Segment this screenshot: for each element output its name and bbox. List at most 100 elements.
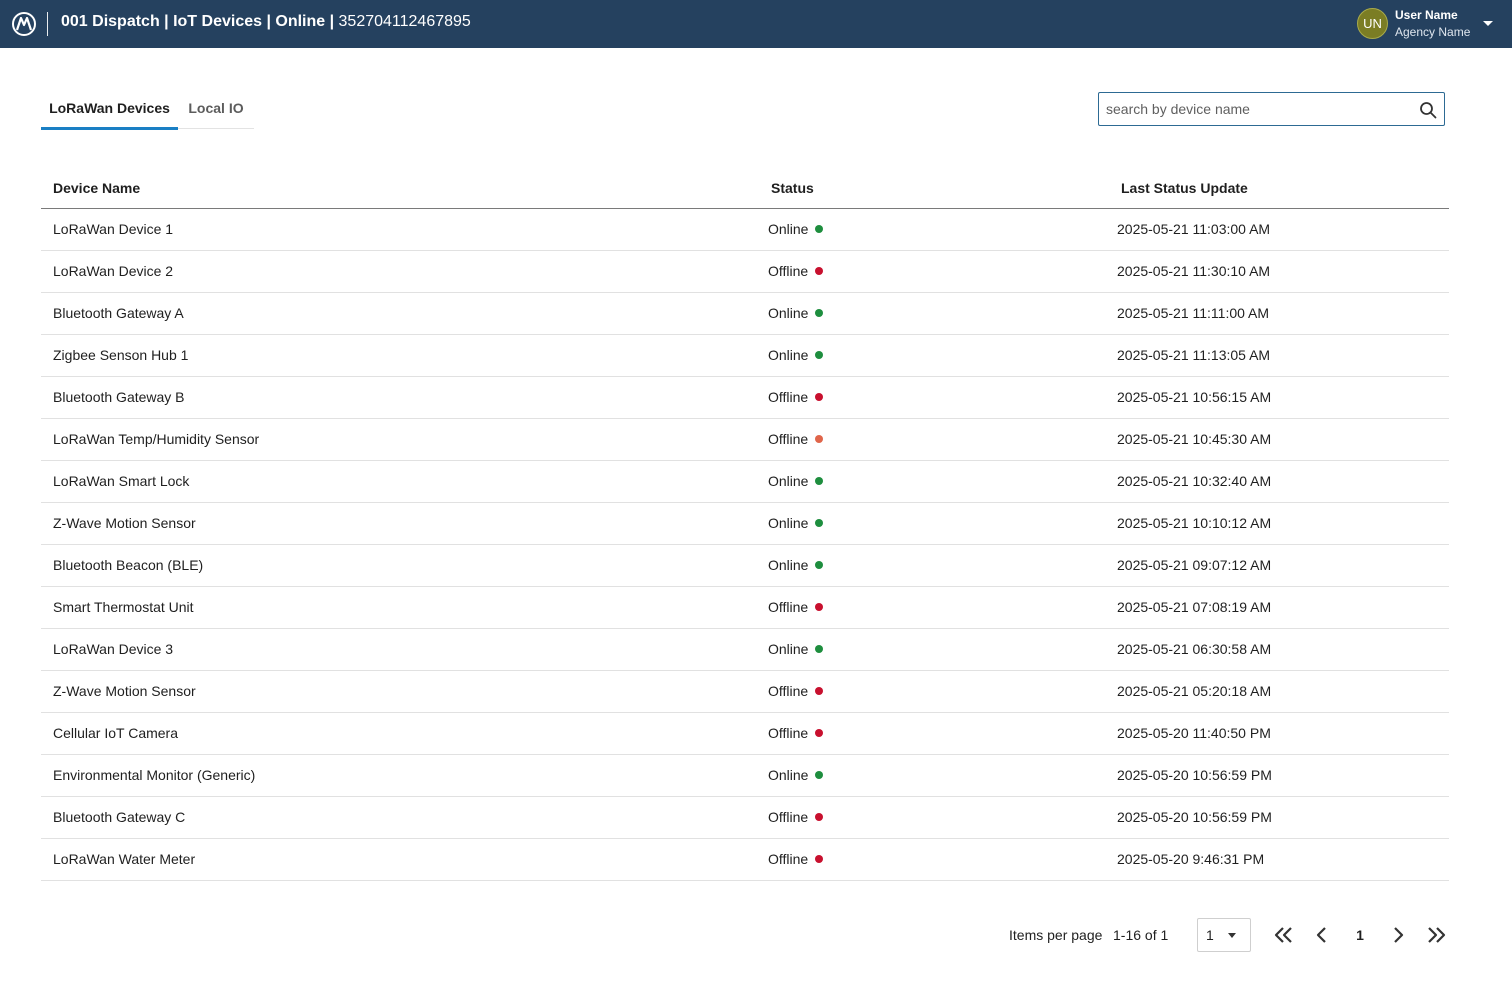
table-row[interactable]: LoRaWan Device 1 Online 2025-05-21 11:03:0… [41, 209, 1449, 251]
status-cell: Online [768, 305, 824, 321]
page-title: 001 Dispatch | IoT Devices | Online | 35… [61, 13, 471, 31]
last-status-update-cell: 2025-05-21 10:10:12 AM [1117, 515, 1272, 531]
user-menu[interactable]: User Name Agency Name [1395, 7, 1470, 41]
last-status-update-cell: 2025-05-20 11:40:50 PM [1117, 725, 1271, 741]
pagination: Items per page 1-16 of 1 1 1 [0, 918, 1512, 952]
status-dot-icon [815, 267, 824, 275]
last-status-update-cell: 2025-05-21 10:45:30 AM [1117, 431, 1272, 447]
table-row[interactable]: LoRaWan Smart Lock Online 2025-05-21 10:32… [41, 461, 1449, 503]
last-status-update-cell: 2025-05-21 09:07:12 AM [1117, 557, 1272, 573]
status-dot-icon [815, 477, 824, 485]
status-cell: Offline [768, 389, 824, 405]
table-row[interactable]: Smart Thermostat Unit Offline 2025-05-21 0… [41, 587, 1449, 629]
status-text: Online [768, 557, 809, 573]
status-cell: Offline [768, 431, 824, 447]
device-name-cell: LoRaWan Temp/Humidity Sensor [53, 431, 260, 447]
next-page-icon[interactable] [1386, 923, 1410, 947]
status-dot-icon [815, 771, 824, 779]
device-name-cell: Cellular IoT Camera [53, 725, 179, 741]
device-name-cell: Bluetooth Beacon (BLE) [53, 557, 204, 573]
status-text: Online [768, 221, 809, 237]
table-row[interactable]: Zigbee Senson Hub 1 Online 2025-05-21 11:1… [41, 335, 1449, 377]
table-row[interactable]: Z-Wave Motion Sensor Offline 2025-05-21 05… [41, 671, 1449, 713]
table-row[interactable]: Bluetooth Gateway A Online 2025-05-21 11:1… [41, 293, 1449, 335]
device-name-cell: LoRaWan Device 2 [53, 263, 174, 279]
table-row[interactable]: Bluetooth Beacon (BLE) Online 2025-05-21 0… [41, 545, 1449, 587]
status-text: Online [768, 515, 809, 531]
current-page-number[interactable]: 1 [1352, 927, 1368, 943]
last-status-update-cell: 2025-05-21 06:30:58 AM [1117, 641, 1272, 657]
device-name-cell: Smart Thermostat Unit [53, 599, 194, 615]
items-per-page-value: 1 [1206, 927, 1214, 943]
status-cell: Offline [768, 809, 824, 825]
table-row[interactable]: Bluetooth Gateway C Offline 2025-05-20 10:… [41, 797, 1449, 839]
status-dot-icon [815, 813, 824, 821]
last-status-update-cell: 2025-05-21 11:30:10 AM [1117, 263, 1271, 279]
table-row[interactable]: Cellular IoT Camera Offline 2025-05-20 11:… [41, 713, 1449, 755]
status-text: Online [768, 767, 809, 783]
status-text: Online [768, 347, 809, 363]
last-status-update-cell: 2025-05-21 07:08:19 AM [1117, 599, 1272, 615]
items-per-page-select[interactable]: 1 [1197, 918, 1251, 952]
device-name-cell: LoRaWan Device 1 [53, 221, 174, 237]
devices-table: Device Name Status Last Status Update Lo… [41, 167, 1449, 881]
last-status-update-cell: 2025-05-20 10:56:59 PM [1117, 809, 1272, 825]
status-cell: Offline [768, 599, 824, 615]
tab-lorawan-devices[interactable]: LoRaWan Devices [41, 87, 178, 130]
last-status-update-cell: 2025-05-21 11:11:00 AM [1117, 305, 1270, 321]
user-name: User Name [1395, 8, 1458, 22]
last-status-update-cell: 2025-05-21 05:20:18 AM [1117, 683, 1272, 699]
status-dot-icon [815, 309, 824, 317]
caret-down-icon[interactable] [1483, 21, 1493, 26]
page-range-label: 1-16 of 1 [1113, 927, 1169, 943]
device-name-cell: Z-Wave Motion Sensor [53, 515, 196, 531]
device-name-cell: LoRaWan Device 3 [53, 641, 174, 657]
search-box [1098, 92, 1445, 126]
motorola-logo-icon[interactable] [12, 12, 36, 36]
table-header: Device Name Status Last Status Update [41, 167, 1449, 209]
status-text: Offline [768, 389, 809, 405]
status-text: Offline [768, 809, 809, 825]
first-page-icon[interactable] [1272, 923, 1296, 947]
table-row[interactable]: Environmental Monitor (Generic) Online 202… [41, 755, 1449, 797]
status-text: Offline [768, 263, 809, 279]
status-dot-icon [815, 351, 824, 359]
column-header-device-name[interactable]: Device Name [53, 180, 140, 196]
device-name-cell: Bluetooth Gateway C [53, 809, 186, 825]
status-text: Online [768, 473, 809, 489]
status-dot-icon [815, 603, 824, 611]
status-cell: Offline [768, 851, 824, 867]
device-name-cell: Bluetooth Gateway A [53, 305, 184, 321]
table-body: LoRaWan Device 1 Online 2025-05-21 11:03:0… [41, 209, 1449, 881]
table-row[interactable]: LoRaWan Device 2 Offline 2025-05-21 11:30:… [41, 251, 1449, 293]
last-status-update-cell: 2025-05-20 10:56:59 PM [1117, 767, 1272, 783]
status-text: Offline [768, 431, 809, 447]
status-dot-icon [815, 393, 824, 401]
status-dot-icon [815, 435, 824, 443]
status-dot-icon [815, 519, 824, 527]
table-row[interactable]: Bluetooth Gateway B Offline 2025-05-21 10:… [41, 377, 1449, 419]
avatar[interactable]: UN [1357, 8, 1388, 39]
tab-local-io[interactable]: Local IO [178, 87, 254, 128]
search-icon[interactable] [1419, 101, 1437, 119]
column-header-status[interactable]: Status [771, 180, 814, 196]
page-title-context: 001 Dispatch | IoT Devices | Online | [61, 13, 335, 30]
table-row[interactable]: Z-Wave Motion Sensor Online 2025-05-21 10:… [41, 503, 1449, 545]
status-dot-icon [815, 687, 824, 695]
device-name-cell: LoRaWan Smart Lock [53, 473, 190, 489]
last-status-update-cell: 2025-05-21 11:13:05 AM [1117, 347, 1271, 363]
status-dot-icon [815, 561, 824, 569]
last-page-icon[interactable] [1424, 923, 1448, 947]
last-status-update-cell: 2025-05-21 10:32:40 AM [1117, 473, 1272, 489]
status-cell: Online [768, 221, 824, 237]
status-dot-icon [815, 729, 824, 737]
table-row[interactable]: LoRaWan Water Meter Offline 2025-05-20 9:4… [41, 839, 1449, 881]
table-row[interactable]: LoRaWan Temp/Humidity Sensor Offline 2025-… [41, 419, 1449, 461]
column-header-last-status-update[interactable]: Last Status Update [1121, 180, 1248, 196]
status-text: Online [768, 305, 809, 321]
previous-page-icon[interactable] [1310, 923, 1334, 947]
table-row[interactable]: LoRaWan Device 3 Online 2025-05-21 06:30:5… [41, 629, 1449, 671]
search-input[interactable] [1099, 93, 1409, 125]
status-text: Offline [768, 683, 809, 699]
last-status-update-cell: 2025-05-21 11:03:00 AM [1117, 221, 1271, 237]
